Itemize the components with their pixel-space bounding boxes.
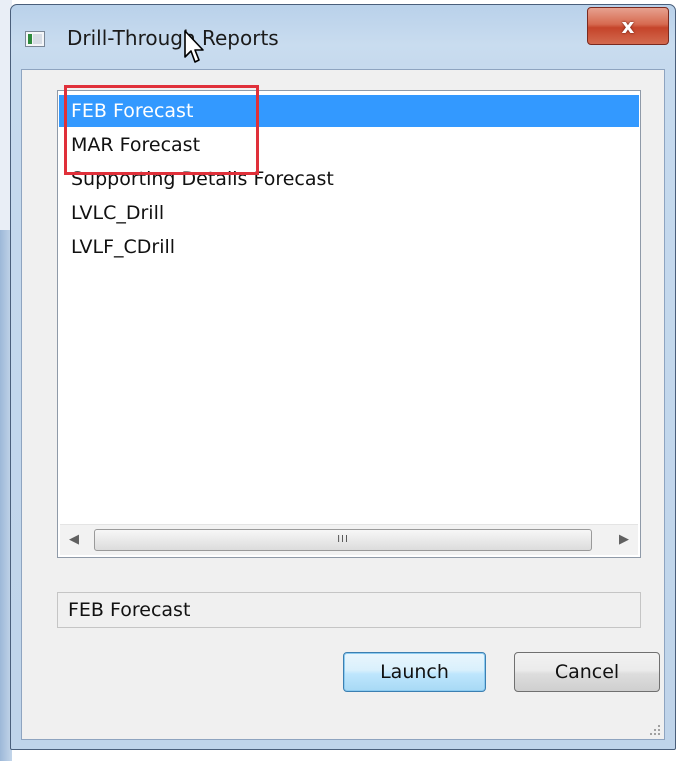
- close-button[interactable]: x: [587, 7, 669, 45]
- title-bar[interactable]: Drill-Through Reports x: [11, 5, 675, 69]
- drill-through-dialog: Drill-Through Reports x FEB Forecast MAR …: [10, 4, 676, 750]
- resize-grip-icon[interactable]: [649, 724, 661, 736]
- scrollbar-thumb[interactable]: III: [94, 529, 592, 551]
- app-window-icon: [25, 31, 45, 47]
- window-title: Drill-Through Reports: [67, 26, 279, 50]
- launch-button[interactable]: Launch: [343, 652, 486, 692]
- report-list-item[interactable]: LVLC_Drill: [59, 197, 639, 229]
- selected-report-field: FEB Forecast: [57, 592, 641, 628]
- cancel-button[interactable]: Cancel: [514, 652, 660, 692]
- scroll-left-arrow-icon[interactable]: ◀: [60, 525, 88, 555]
- mouse-pointer-icon: [184, 30, 204, 63]
- horizontal-scrollbar[interactable]: ◀ III ▶: [60, 524, 638, 555]
- annotation-highlight-box: [64, 85, 259, 175]
- report-list-item[interactable]: LVLF_CDrill: [59, 231, 639, 263]
- scroll-right-arrow-icon[interactable]: ▶: [610, 525, 638, 555]
